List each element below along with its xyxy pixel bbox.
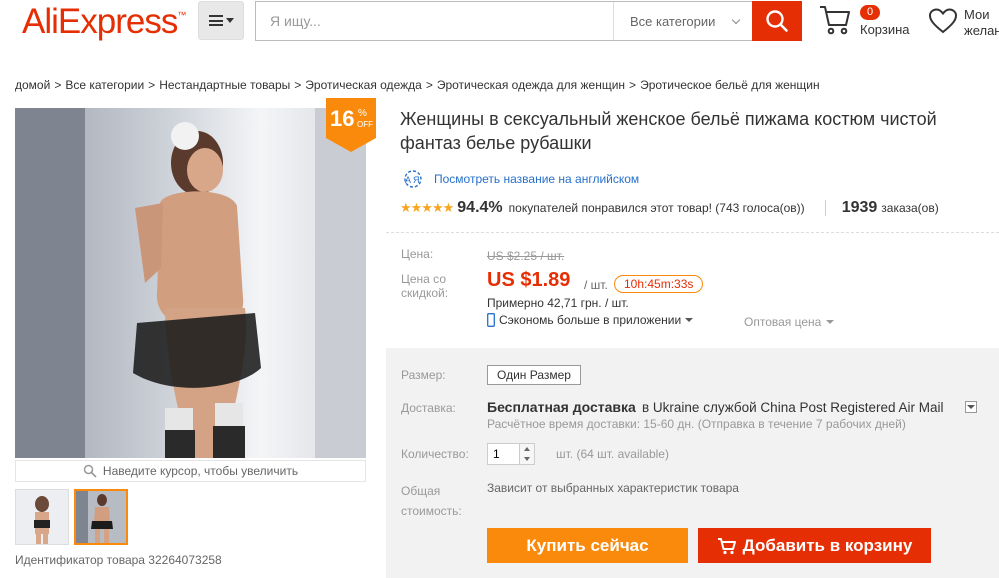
breadcrumb-sep: > bbox=[54, 78, 62, 92]
breadcrumb: домой > Все категории > Нестандартные товары… bbox=[15, 78, 820, 92]
cart-icon bbox=[717, 537, 736, 554]
buy-now-label: Купить сейчас bbox=[526, 535, 649, 555]
total-price-label: Общая стоимость: bbox=[401, 484, 462, 518]
hamburger-icon bbox=[208, 15, 223, 26]
product-photo bbox=[15, 108, 366, 458]
caret-down-icon bbox=[685, 318, 694, 322]
svg-text:A: A bbox=[405, 175, 411, 185]
wholesale-text: Оптовая цена bbox=[744, 315, 822, 329]
old-price: US $2.25 / шт. bbox=[487, 249, 565, 263]
orders-count: 1939 bbox=[841, 199, 878, 216]
delivery-time: Расчётное время доставки: 15-60 дн. (Отп… bbox=[487, 417, 906, 431]
breadcrumb-nonstandard[interactable]: Нестандартные товары bbox=[159, 78, 290, 92]
divider bbox=[824, 200, 826, 216]
breadcrumb-erotic-lingerie[interactable]: Эротическое бельё для женщин bbox=[640, 78, 820, 92]
category-select[interactable]: Все категории bbox=[613, 2, 753, 40]
svg-text:Я: Я bbox=[413, 175, 420, 185]
product-id: Идентификатор товара 32264073258 bbox=[15, 553, 222, 567]
wishlist-link[interactable]: Мои желан bbox=[928, 4, 999, 42]
quantity-input[interactable] bbox=[488, 444, 520, 464]
buy-now-button[interactable]: Купить сейчас bbox=[487, 528, 688, 563]
breadcrumb-sep: > bbox=[294, 78, 302, 92]
rating-stars-icon[interactable]: ★★★★★ bbox=[400, 200, 454, 216]
breadcrumb-all-categories[interactable]: Все категории bbox=[65, 78, 144, 92]
cart-count-badge: 0 bbox=[860, 5, 881, 20]
rating-percent: 94.4% bbox=[457, 199, 503, 216]
discount-off: OFF bbox=[357, 120, 373, 129]
thumbnail-photo bbox=[16, 490, 68, 544]
free-shipping: Бесплатная доставка bbox=[487, 399, 636, 415]
main-product-image[interactable] bbox=[15, 108, 366, 458]
thumbnail-2[interactable] bbox=[74, 489, 128, 545]
caret-down-icon bbox=[524, 457, 530, 461]
breadcrumb-erotic-clothing[interactable]: Эротическая одежда bbox=[305, 78, 422, 92]
cart-link[interactable]: 0 Корзина bbox=[818, 4, 918, 42]
translate-link-text: Посмотреть название на английском bbox=[434, 172, 640, 186]
quantity-increment-button[interactable] bbox=[519, 444, 534, 454]
price-label: Цена: bbox=[401, 247, 434, 261]
discount-percent: 16 bbox=[330, 106, 355, 131]
logo-trademark: ™ bbox=[177, 10, 186, 20]
translate-icon: A Я bbox=[404, 170, 422, 188]
cart-label: Корзина bbox=[860, 22, 910, 37]
translate-title-link[interactable]: A Я Посмотреть название на английском bbox=[400, 170, 639, 188]
heart-icon bbox=[928, 8, 958, 34]
shipping-dropdown-icon[interactable] bbox=[965, 401, 977, 413]
add-to-cart-label: Добавить в корзину bbox=[742, 535, 913, 555]
orders-label: заказа(ов) bbox=[881, 201, 939, 215]
wishlist-label: Мои желан bbox=[964, 7, 999, 38]
app-savings-dropdown[interactable]: Сэкономь больше в приложении bbox=[487, 313, 694, 327]
cart-icon bbox=[820, 6, 850, 35]
search-bar: Все категории bbox=[255, 1, 753, 41]
thumbnail-1[interactable] bbox=[15, 489, 69, 545]
discounted-price: US $1.89 bbox=[487, 269, 571, 291]
search-button[interactable] bbox=[752, 1, 802, 41]
rating-text[interactable]: покупателей понравился этот товар! (743 … bbox=[509, 201, 805, 215]
caret-down-icon bbox=[225, 18, 234, 23]
category-select-label: Все категории bbox=[630, 13, 716, 29]
shipping-method[interactable]: в Ukraine службой China Post Registered … bbox=[642, 400, 944, 415]
breadcrumb-erotic-women[interactable]: Эротическая одежда для женщин bbox=[437, 78, 625, 92]
breadcrumb-sep: > bbox=[629, 78, 637, 92]
caret-up-icon bbox=[524, 447, 530, 451]
countdown-timer: 10h:45m:33s bbox=[614, 275, 704, 293]
logo-text: AliExpress bbox=[22, 2, 178, 41]
total-price-value: Зависит от выбранных характеристик товар… bbox=[487, 481, 739, 495]
breadcrumb-sep: > bbox=[148, 78, 156, 92]
add-to-cart-button[interactable]: Добавить в корзину bbox=[698, 528, 931, 563]
breadcrumb-home[interactable]: домой bbox=[15, 78, 50, 92]
rating-row: ★★★★★ 94.4% покупателей понравился этот … bbox=[400, 199, 939, 217]
zoom-hint-text: Наведите курсор, чтобы увеличить bbox=[102, 464, 299, 478]
discount-percent-sign: % bbox=[358, 108, 367, 119]
quantity-stepper bbox=[487, 443, 535, 465]
chevron-down-icon bbox=[731, 15, 741, 25]
discount-price-label: Цена со скидкой: bbox=[401, 272, 449, 300]
quantity-available: шт. (64 шт. available) bbox=[556, 447, 669, 461]
product-title: Женщины в сексуальный женское бельё пижа… bbox=[400, 109, 937, 153]
size-label: Размер: bbox=[401, 368, 446, 382]
quantity-decrement-button[interactable] bbox=[519, 454, 534, 464]
caret-down-icon bbox=[967, 405, 975, 409]
discount-badge: 16 % OFF bbox=[326, 98, 376, 152]
search-input[interactable] bbox=[256, 2, 612, 40]
wholesale-price-dropdown[interactable]: Оптовая цена bbox=[744, 315, 835, 329]
zoom-hint: Наведите курсор, чтобы увеличить bbox=[15, 460, 366, 482]
size-option-button[interactable]: Один Размер bbox=[487, 365, 581, 385]
price-unit: / шт. bbox=[584, 278, 608, 292]
aliexpress-logo[interactable]: AliExpress™ bbox=[22, 2, 186, 42]
quantity-label: Количество: bbox=[401, 447, 469, 461]
shipping-label: Доставка: bbox=[401, 401, 456, 415]
categories-menu-button[interactable] bbox=[198, 1, 244, 40]
caret-down-icon bbox=[826, 320, 835, 324]
search-icon bbox=[766, 10, 788, 32]
phone-icon bbox=[487, 313, 495, 327]
breadcrumb-sep: > bbox=[425, 78, 433, 92]
magnifier-icon bbox=[83, 464, 97, 478]
app-savings-text: Сэкономь больше в приложении bbox=[499, 313, 682, 327]
thumbnail-photo bbox=[76, 491, 126, 543]
price-section: Цена: US $2.25 / шт. Цена со скидкой: US… bbox=[386, 232, 999, 343]
approx-price: Примерно 42,71 грн. / шт. bbox=[487, 296, 629, 310]
